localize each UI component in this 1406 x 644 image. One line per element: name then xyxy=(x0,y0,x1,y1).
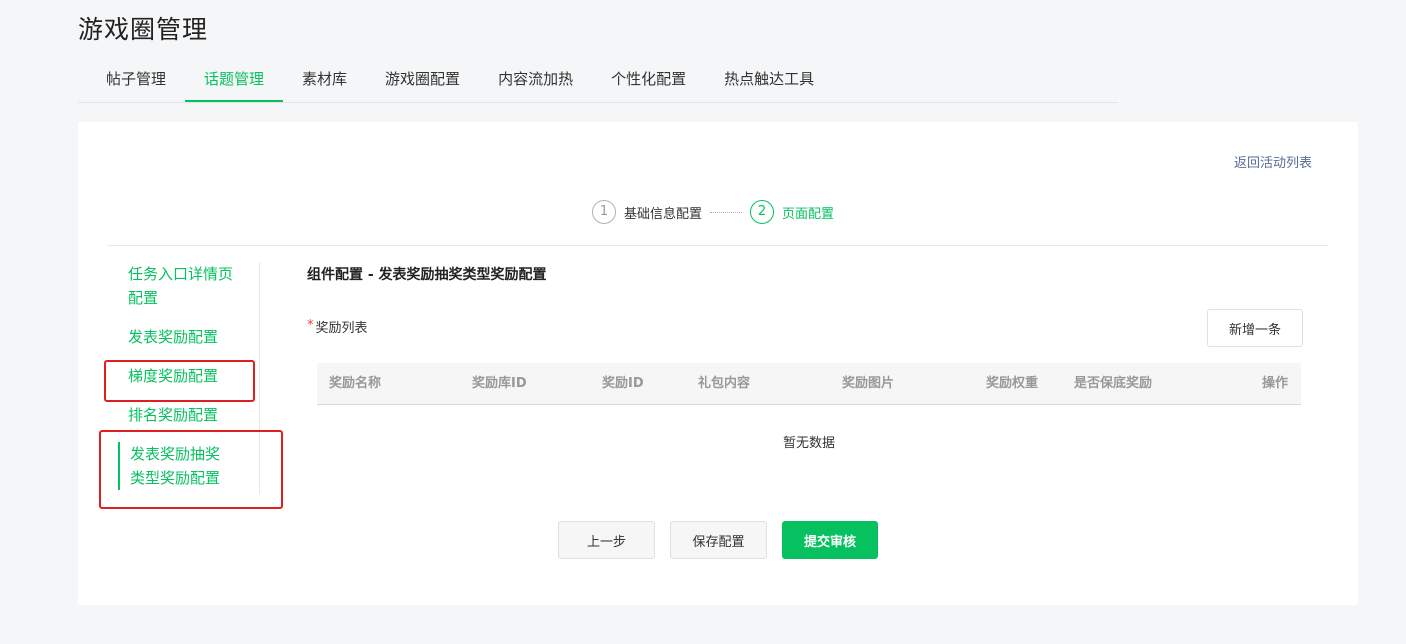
step-connector xyxy=(710,211,743,213)
required-mark: * xyxy=(307,318,314,333)
column-header: 奖励权重 xyxy=(986,376,1039,391)
red-highlight-box xyxy=(99,430,283,509)
column-header: 操作 xyxy=(1261,376,1288,391)
tab-game-circle-config[interactable]: 游戏圈配置 xyxy=(366,58,479,102)
step-label: 基础信息配置 xyxy=(624,206,703,222)
column-header: 是否保底奖励 xyxy=(1074,376,1153,391)
empty-state-text: 暂无数据 xyxy=(782,436,835,451)
tab-personalization-config[interactable]: 个性化配置 xyxy=(592,58,705,102)
reward-list-label: * 奖励列表 xyxy=(307,317,368,336)
tab-hotspot-tool[interactable]: 热点触达工具 xyxy=(705,58,833,102)
side-nav-ranking-reward[interactable]: 排名奖励配置 xyxy=(128,403,238,427)
table-header: 奖励名称 奖励库ID 奖励ID 礼包内容 奖励图片 奖励权重 是否保底奖励 操作 xyxy=(317,363,1301,405)
column-header: 奖励图片 xyxy=(842,376,895,391)
red-highlight-box xyxy=(104,360,255,402)
submit-review-button[interactable]: 提交审核 xyxy=(782,521,878,559)
section-divider xyxy=(108,245,1328,246)
tab-post-management[interactable]: 帖子管理 xyxy=(78,58,185,102)
tab-material-library[interactable]: 素材库 xyxy=(283,58,366,102)
column-header: 奖励名称 xyxy=(329,376,382,391)
back-to-activity-list-link[interactable]: 返回活动列表 xyxy=(1234,152,1312,171)
step-label: 页面配置 xyxy=(782,206,835,222)
column-header: 奖励ID xyxy=(602,376,644,391)
step-basic-info[interactable]: 1 基础信息配置 xyxy=(592,200,702,224)
step-page-config[interactable]: 2 页面配置 xyxy=(750,200,834,224)
column-header: 礼包内容 xyxy=(698,376,751,391)
save-config-button[interactable]: 保存配置 xyxy=(670,521,767,559)
previous-step-button[interactable]: 上一步 xyxy=(558,521,655,559)
page-title: 游戏圈管理 xyxy=(78,15,209,44)
column-header: 奖励库ID xyxy=(472,376,527,391)
config-card: 返回活动列表 1 基础信息配置 2 页面配置 任务入口详情页配置 发表奖励配置 … xyxy=(78,122,1358,605)
side-nav-task-entry[interactable]: 任务入口详情页配置 xyxy=(128,262,238,310)
add-row-button[interactable]: 新增一条 xyxy=(1207,309,1303,347)
top-tab-bar: 帖子管理 话题管理 素材库 游戏圈配置 内容流加热 个性化配置 热点触达工具 xyxy=(78,58,1118,103)
step-number: 2 xyxy=(750,200,775,224)
step-indicator: 1 基础信息配置 2 页面配置 xyxy=(592,200,834,224)
tab-content-boost[interactable]: 内容流加热 xyxy=(479,58,592,102)
step-number: 1 xyxy=(592,200,616,224)
section-title: 组件配置 - 发表奖励抽奖类型奖励配置 xyxy=(307,267,547,283)
reward-table: 奖励名称 奖励库ID 奖励ID 礼包内容 奖励图片 奖励权重 是否保底奖励 操作… xyxy=(317,363,1301,451)
reward-list-label-text: 奖励列表 xyxy=(315,321,368,336)
side-nav-post-reward[interactable]: 发表奖励配置 xyxy=(128,325,238,349)
tab-topic-management[interactable]: 话题管理 xyxy=(185,58,284,102)
